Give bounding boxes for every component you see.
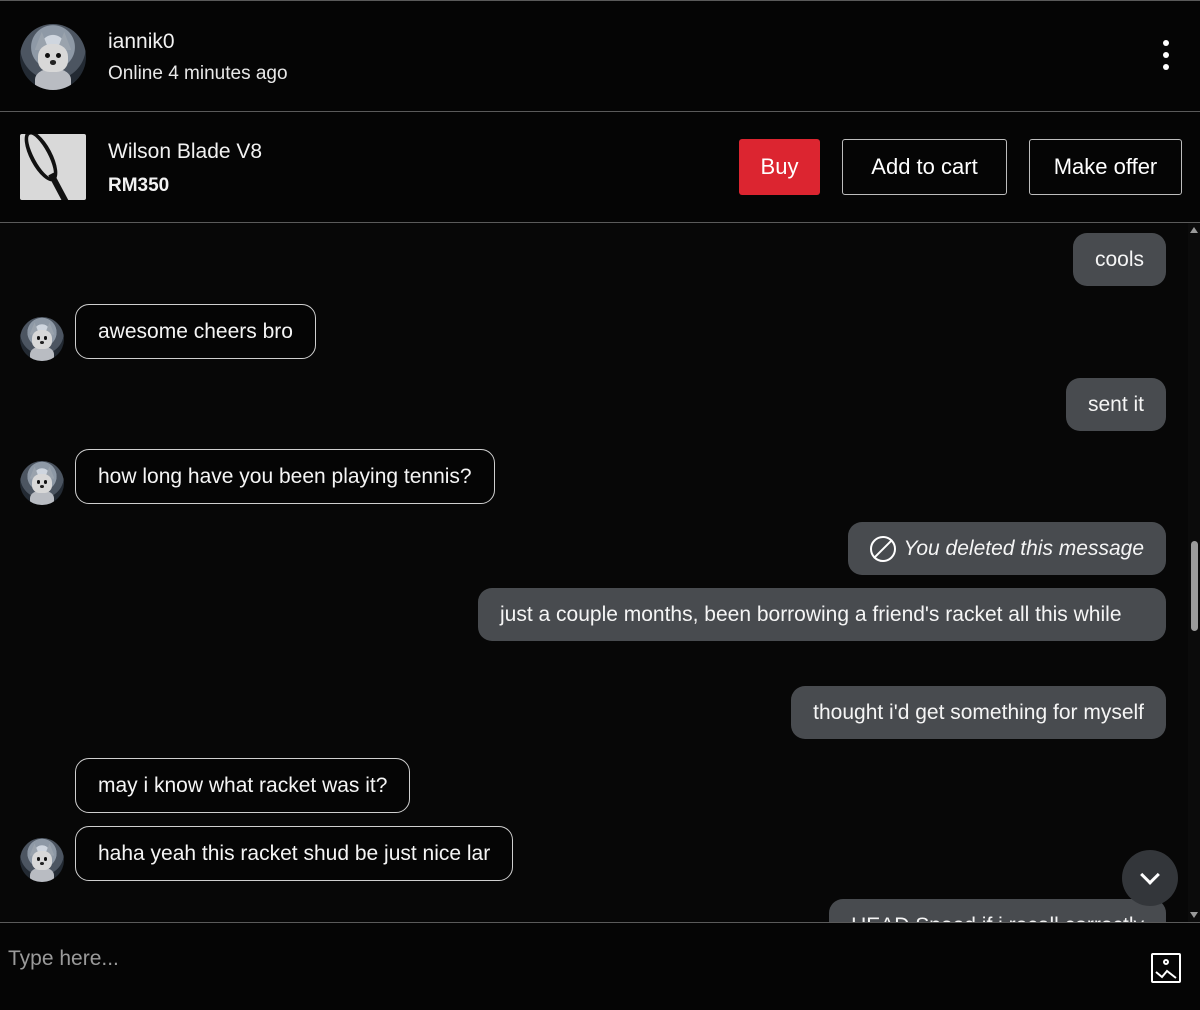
message-bubble-incoming[interactable]: awesome cheers bro [75, 304, 316, 359]
deleted-message-text: You deleted this message [903, 537, 1145, 560]
sender-avatar [20, 838, 64, 882]
sender-avatar [20, 461, 64, 505]
online-status: Online 4 minutes ago [108, 63, 288, 84]
chat-header: iannik0 Online 4 minutes ago [0, 0, 1200, 112]
message-bubble-incoming[interactable]: how long have you been playing tennis? [75, 449, 495, 504]
product-title[interactable]: Wilson Blade V8 [108, 140, 262, 164]
message-bubble-outgoing[interactable]: HEAD Speed if i recall correctly [829, 899, 1166, 922]
chevron-down-icon [1140, 865, 1160, 885]
sender-avatar [20, 317, 64, 361]
message-input[interactable] [8, 939, 1128, 979]
scroll-down-arrow[interactable] [1190, 912, 1198, 918]
message-bubble-incoming[interactable]: haha yeah this racket shud be just nice … [75, 826, 514, 881]
message-bubble-outgoing[interactable]: cools [1072, 233, 1166, 286]
product-bar [0, 112, 1200, 223]
scroll-to-bottom-button[interactable] [1122, 850, 1178, 906]
more-vertical-icon[interactable] [1152, 37, 1180, 73]
username[interactable]: iannik0 [108, 30, 175, 54]
product-price: RM350 [108, 175, 170, 196]
product-thumbnail[interactable] [20, 134, 86, 200]
message-list[interactable]: cools awesome cheers bro sent it how lon… [0, 223, 1188, 922]
image-upload-icon[interactable] [1151, 953, 1181, 983]
deleted-message-bubble[interactable]: You deleted this message [847, 522, 1166, 575]
make-offer-button[interactable]: Make offer [1029, 139, 1182, 195]
scroll-up-arrow[interactable] [1190, 227, 1198, 233]
user-avatar[interactable] [20, 24, 86, 90]
add-to-cart-button[interactable]: Add to cart [842, 139, 1007, 195]
blocked-icon [869, 535, 896, 562]
message-bubble-incoming[interactable]: may i know what racket was it? [75, 758, 411, 813]
message-bubble-outgoing[interactable]: just a couple months, been borrowing a f… [478, 588, 1166, 641]
message-bubble-outgoing[interactable]: thought i'd get something for myself [791, 686, 1166, 739]
message-composer [0, 922, 1200, 1010]
buy-button[interactable]: Buy [739, 139, 820, 195]
message-bubble-outgoing[interactable]: sent it [1065, 378, 1166, 431]
scrollbar-thumb[interactable] [1191, 541, 1198, 631]
chat-scrollbar[interactable] [1188, 223, 1200, 922]
